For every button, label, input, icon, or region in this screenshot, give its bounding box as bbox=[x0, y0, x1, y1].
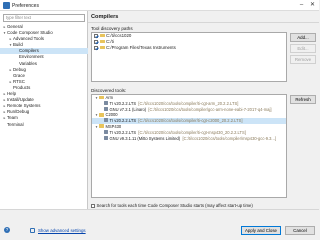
sidebar-item-label: Environment bbox=[19, 54, 44, 60]
tool-path: [C:/ti/ccs1020/ccs/tools/compiler/msp430… bbox=[182, 135, 276, 141]
path-checkbox[interactable] bbox=[94, 45, 98, 50]
sidebar-item[interactable]: Terminal bbox=[0, 122, 88, 128]
path-label: C:/ti/ccs1020 bbox=[106, 33, 132, 38]
sidebar-item-label: Compilers bbox=[19, 48, 39, 54]
sidebar-item-label: Debug bbox=[13, 66, 26, 72]
discovery-paths-label: Tool discovery paths bbox=[91, 26, 133, 31]
edit-button[interactable]: Edit... bbox=[290, 44, 316, 53]
sidebar-item-label: General bbox=[7, 24, 23, 29]
sidebar-item-label: Build bbox=[13, 42, 23, 48]
dialog-footer: ? Show advanced settings Apply and Close… bbox=[0, 210, 319, 240]
main-panel: Compilers Tool discovery paths C:/ti/ccs… bbox=[88, 11, 319, 219]
tool-group-label: MSP430 bbox=[105, 123, 122, 129]
add-button[interactable]: Add... bbox=[290, 33, 316, 42]
page-title: Compilers bbox=[91, 14, 119, 20]
sidebar-item-label: Variables bbox=[19, 60, 37, 66]
apply-and-close-button[interactable]: Apply and Close bbox=[241, 226, 281, 235]
tool-version: TI v20.2.2.LTS bbox=[109, 129, 137, 135]
folder-icon bbox=[99, 45, 105, 50]
discovery-path-item[interactable]: C:/Program Files/Texas Instruments bbox=[92, 45, 286, 51]
sidebar: type filter text ▸ General ▾ Code Composer … bbox=[0, 11, 88, 209]
sidebar-item-label: Install/Update bbox=[7, 97, 34, 103]
tool-family-icon bbox=[99, 124, 104, 129]
sidebar-item-label: Remote Systems bbox=[7, 103, 41, 109]
sidebar-item-label: Grace bbox=[13, 72, 25, 78]
compiler-icon bbox=[104, 135, 108, 140]
compiler-icon bbox=[104, 118, 108, 123]
tool-group-label: Arm bbox=[105, 95, 114, 100]
tool-family-icon bbox=[99, 95, 104, 100]
compiler-icon bbox=[104, 106, 108, 111]
path-label: C:/ti bbox=[106, 39, 114, 44]
compiler-icon bbox=[104, 130, 108, 135]
tool-family-icon bbox=[99, 112, 104, 117]
search-on-start-label: Search for tools each time Code Composer… bbox=[96, 203, 253, 208]
filter-input[interactable]: type filter text bbox=[3, 14, 85, 22]
tool-group-label: C2000 bbox=[105, 112, 118, 118]
cancel-button[interactable]: Cancel bbox=[285, 226, 315, 235]
discovered-tools-label: Discovered tools: bbox=[91, 88, 127, 93]
discovery-paths-list[interactable]: C:/ti/ccs1020 C:/ti C:/Program Files/Texas… bbox=[91, 32, 287, 82]
path-checkbox[interactable] bbox=[94, 39, 98, 44]
show-advanced-settings-link[interactable]: Show advanced settings bbox=[38, 228, 86, 233]
path-checkbox[interactable] bbox=[94, 33, 98, 38]
sidebar-item-label: Code Composer Studio bbox=[7, 30, 53, 36]
header-divider bbox=[88, 22, 319, 23]
compiler-icon bbox=[104, 101, 108, 106]
folder-icon bbox=[99, 33, 105, 38]
search-on-start-option[interactable]: Search for tools each time Code Composer… bbox=[91, 203, 253, 208]
minimize-icon[interactable]: – bbox=[296, 1, 307, 10]
tool-version: TI v20.2.2.LTS bbox=[109, 118, 137, 124]
path-label: C:/Program Files/Texas Instruments bbox=[106, 45, 176, 50]
close-icon[interactable]: ✕ bbox=[307, 1, 318, 10]
search-on-start-checkbox[interactable] bbox=[91, 203, 95, 208]
sidebar-item-label: Products bbox=[13, 84, 31, 90]
window-title: Preferences bbox=[12, 2, 39, 9]
tool-version: GNU v7.2.1 (Linaro) bbox=[109, 106, 147, 112]
tool-path: [C:/ti/ccs1020/ccs/tools/compiler/ti-cgt… bbox=[138, 129, 246, 135]
folder-icon bbox=[99, 39, 105, 44]
help-icon[interactable]: ? bbox=[4, 227, 10, 233]
tool-version: GNU v9.3.1.11 (Mitto Systems Limited) bbox=[109, 135, 181, 141]
sidebar-item-label: Team bbox=[7, 115, 18, 121]
sidebar-item-label: Advanced Tools bbox=[13, 36, 44, 42]
tool-path: [C:/ti/ccs1020/ccs/tools/compiler/ti-cgt… bbox=[138, 100, 239, 106]
tool-path: [C:/ti/ccs1020/ccs/tools/compiler/ti-cgt… bbox=[138, 118, 243, 124]
title-bar: Preferences – ✕ bbox=[0, 0, 319, 11]
tool-path: [C:/ti/ccs1020/ccs/tools/compiler/gcc-ar… bbox=[148, 106, 272, 112]
preferences-tree: ▸ General ▾ Code Composer Studio ▸ Advanced T… bbox=[0, 24, 88, 128]
tool-item[interactable]: GNU v9.3.1.11 (Mitto Systems Limited) [C… bbox=[92, 136, 286, 142]
sidebar-item-label: RTSC bbox=[13, 78, 25, 84]
remove-button[interactable]: Remove bbox=[290, 55, 316, 64]
refresh-button[interactable]: Refresh bbox=[290, 95, 316, 104]
sidebar-item-label: Run/Debug bbox=[7, 109, 30, 115]
advanced-settings-icon[interactable] bbox=[30, 228, 35, 233]
tool-version: TI v20.2.2.LTS bbox=[109, 100, 137, 106]
app-icon bbox=[3, 2, 10, 9]
sidebar-item-label: Help bbox=[7, 91, 17, 97]
sidebar-item-label: Terminal bbox=[7, 121, 24, 127]
discovered-tools-list[interactable]: ▾ Arm TI v20.2.2.LTS [C:/ti/ccs1020/ccs/to… bbox=[91, 94, 287, 198]
